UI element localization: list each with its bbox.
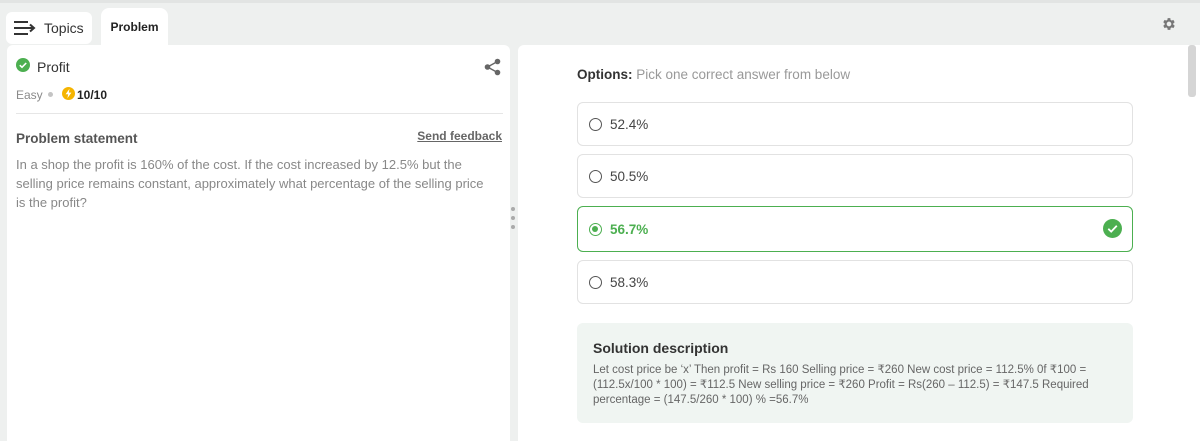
separator-dot	[48, 92, 53, 97]
correct-check-icon	[1103, 219, 1122, 238]
panel-resize-handle[interactable]	[511, 207, 515, 237]
check-circle-icon	[16, 58, 30, 72]
tab-problem-label: Problem	[110, 20, 159, 34]
menu-arrow-icon	[14, 21, 36, 35]
option-label: 56.7%	[610, 221, 649, 237]
score-value: 10/10	[77, 88, 108, 102]
options-heading-bold: Options:	[577, 67, 633, 82]
handle-dot	[511, 216, 515, 220]
share-icon[interactable]	[484, 58, 501, 76]
topics-button[interactable]: Topics	[6, 12, 92, 44]
options-heading: Options: Pick one correct answer from be…	[577, 67, 850, 82]
solution-text: Let cost price be ‘x’ Then profit = Rs 1…	[593, 364, 1089, 406]
handle-dot	[511, 225, 515, 229]
option-label: 50.5%	[610, 168, 649, 184]
send-feedback-link[interactable]: Send feedback	[417, 129, 502, 143]
radio-selected-icon[interactable]	[589, 222, 602, 236]
difficulty-label: Easy	[16, 88, 43, 102]
option-3-correct[interactable]: 56.7%	[577, 206, 1133, 252]
statement-heading: Problem statement	[16, 131, 138, 146]
option-label: 52.4%	[610, 116, 649, 132]
radio-icon[interactable]	[589, 169, 602, 183]
problem-title: Profit	[37, 59, 70, 75]
radio-icon[interactable]	[589, 117, 602, 131]
tab-problem[interactable]: Problem	[101, 8, 168, 46]
divider	[16, 113, 503, 114]
bolt-icon	[62, 87, 75, 100]
option-1[interactable]: 52.4%	[577, 102, 1133, 146]
radio-icon[interactable]	[589, 275, 602, 289]
topics-label: Topics	[44, 20, 84, 36]
option-label: 58.3%	[610, 274, 649, 290]
scrollbar[interactable]	[1188, 45, 1196, 97]
options-panel: Options: Pick one correct answer from be…	[518, 45, 1200, 441]
top-bar: Topics Problem	[0, 3, 1200, 46]
problem-panel: Profit Easy 10/10 Problem statement Send…	[7, 45, 510, 441]
options-heading-text: Pick one correct answer from below	[632, 67, 851, 82]
solution-heading: Solution description	[593, 340, 729, 356]
solution-box: Solution description Let cost price be ‘…	[577, 323, 1133, 423]
handle-dot	[511, 207, 515, 211]
option-4[interactable]: 58.3%	[577, 260, 1133, 304]
option-2[interactable]: 50.5%	[577, 154, 1133, 198]
problem-statement: In a shop the profit is 160% of the cost…	[16, 157, 484, 210]
gear-icon[interactable]	[1161, 16, 1177, 32]
